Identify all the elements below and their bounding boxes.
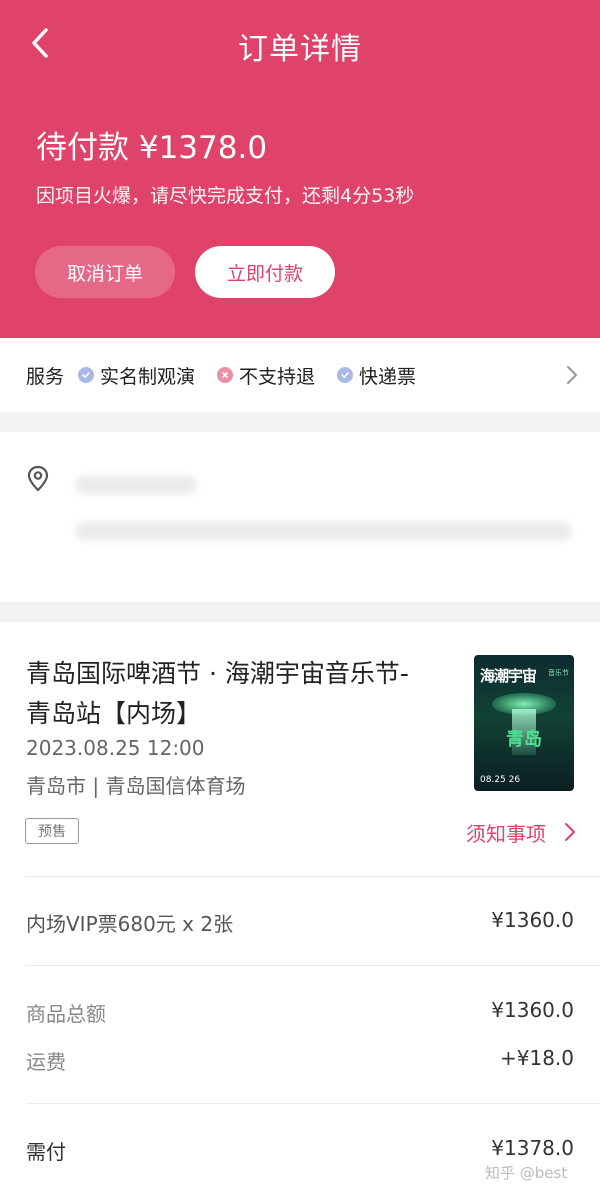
subtotal-row: 商品总额 ¥1360.0 (26, 998, 574, 1027)
cancel-order-button[interactable]: 取消订单 (35, 246, 175, 298)
poster-subtitle: 音乐节 (548, 669, 569, 677)
service-real-name: 实名制观演 (78, 362, 195, 389)
event-title: 青岛国际啤酒节 · 海潮宇宙音乐节-青岛站【内场】 (26, 659, 409, 728)
notice-link[interactable]: 须知事项 (466, 818, 546, 847)
presale-badge: 预售 (25, 818, 79, 844)
subtotal-label: 商品总额 (26, 1002, 106, 1026)
poster-date: 08.25 26 (480, 775, 521, 785)
order-status-header: 订单详情 待付款 ¥1378.0 因项目火爆，请尽快完成支付，还剩4分53秒 取… (0, 0, 600, 338)
service-real-name-label: 实名制观演 (100, 365, 196, 388)
divider (26, 1103, 600, 1104)
delivery-address-card[interactable] (0, 432, 600, 602)
ticket-line-amount: ¥1360.0 (491, 908, 574, 932)
page-title: 订单详情 (238, 32, 362, 67)
event-poster-image[interactable]: 海潮宇宙 音乐节 青岛 08.25 26 (474, 655, 574, 791)
redacted-address-line (76, 522, 571, 540)
service-express-ticket: 快递票 (337, 362, 416, 389)
divider (26, 876, 600, 877)
watermark: 知乎 @best (485, 1164, 568, 1182)
ticket-line-row: 内场VIP票680元 x 2张 ¥1360.0 (26, 908, 574, 937)
subtotal-value: ¥1360.0 (491, 998, 574, 1022)
total-label: 需付 (26, 1140, 66, 1164)
total-value: ¥1378.0 (491, 1136, 574, 1160)
event-venue: 青岛市 | 青岛国信体育场 (26, 774, 246, 798)
services-row[interactable]: 服务 实名制观演 不支持退 快递票 (0, 338, 600, 412)
service-express-ticket-label: 快递票 (359, 365, 417, 388)
poster-title: 海潮宇宙 (480, 667, 537, 685)
poster-city: 青岛 (506, 729, 542, 750)
redacted-address-name (76, 476, 196, 494)
payment-countdown-text: 因项目火爆，请尽快完成支付，还剩4分53秒 (36, 185, 415, 207)
shipping-label: 运费 (26, 1050, 66, 1074)
ticket-line-label: 内场VIP票680元 x 2张 (26, 912, 234, 936)
chevron-right-icon[interactable] (564, 822, 576, 842)
pay-now-button[interactable]: 立即付款 (195, 246, 335, 298)
divider (26, 965, 600, 966)
payment-status-title: 待付款 ¥1378.0 (36, 130, 268, 166)
check-circle-icon (78, 367, 95, 383)
cross-circle-icon (217, 367, 234, 383)
total-row: 需付 ¥1378.0 (26, 1136, 574, 1165)
shipping-row: 运费 +¥18.0 (26, 1046, 574, 1075)
service-no-refund-label: 不支持退 (239, 365, 316, 388)
services-label: 服务 (26, 365, 65, 388)
shipping-value: +¥18.0 (499, 1046, 574, 1070)
chevron-right-icon[interactable] (566, 365, 578, 385)
service-no-refund: 不支持退 (217, 362, 315, 389)
location-pin-icon (27, 465, 49, 492)
event-datetime: 2023.08.25 12:00 (26, 736, 205, 760)
check-circle-icon (337, 367, 354, 383)
